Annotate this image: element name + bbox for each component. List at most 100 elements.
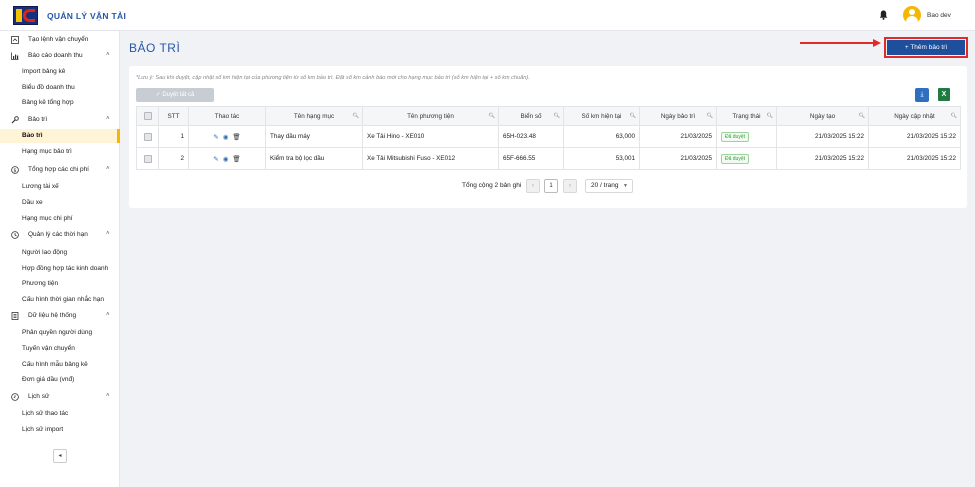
sidebar-item-vehicles[interactable]: Phương tiện [0,277,120,291]
column-header: STT [158,106,189,126]
actions-cell: ✎ ◉ 🗑︎ [188,125,266,148]
avatar[interactable] [903,6,921,24]
sidebar-item-label: Lịch sử thao tác [22,410,69,417]
row-select-cell[interactable] [136,147,159,170]
search-icon[interactable]: 🔍︎ [767,113,773,119]
checkbox[interactable] [143,154,152,163]
collapse-sidebar-button[interactable]: ◂ [53,449,67,463]
sidebar-item-summary-statement[interactable]: Bảng kê tổng hợp [0,96,120,110]
maintenance-date-cell: 21/03/2025 [639,147,717,170]
sidebar-item-import-statement[interactable]: Import bảng kê [0,65,120,79]
sidebar-item-label: Người lao động [22,249,68,256]
search-icon[interactable]: 🔍︎ [707,113,713,119]
edit-icon[interactable]: ✎ [213,134,218,141]
download-icon[interactable]: ⤓ [915,88,929,102]
column-header[interactable]: Tên hạng mục 🔍︎ [265,106,363,126]
sidebar-item-label: Phương tiện [22,280,59,287]
annotation-arrow-head [873,39,881,47]
page-number-button[interactable]: 1 [544,179,558,193]
next-page-button[interactable]: › [563,179,577,193]
column-header[interactable]: Số km hiện tại 🔍︎ [563,106,640,126]
sidebar-item-action-history[interactable]: Lịch sử thao tác [0,407,120,421]
sidebar-item-reminder-config[interactable]: Cấu hình thời gian nhắc hạn [0,293,120,307]
search-icon[interactable]: 🔍︎ [554,113,560,119]
row-select-cell[interactable] [136,125,159,148]
add-maintenance-button[interactable]: + Thêm bảo trì [884,37,968,58]
sidebar-item-costs-group[interactable]: $ Tổng hợp các chi phí ˄ [0,163,120,177]
sidebar-item-history-group[interactable]: Lịch sử ˄ [0,390,120,404]
wrench-icon [11,116,19,124]
sidebar-item-system-data-group[interactable]: Dữ liệu hệ thống ˄ [0,309,120,323]
sidebar-item-maintenance[interactable]: Bảo trì [0,129,120,143]
column-header[interactable]: Trạng thái 🔍︎ [716,106,777,126]
sidebar-item-label: Quản lý các thời hạn [28,231,88,238]
column-header[interactable]: Tên phương tiện 🔍︎ [362,106,499,126]
username[interactable]: Bao dev [927,12,951,19]
sidebar-item-driver-salary[interactable]: Lương tài xế [0,180,120,194]
sidebar-item-label: Tổng hợp các chi phí [28,166,89,173]
prev-page-button[interactable]: ‹ [526,179,540,193]
sidebar-item-revenue-chart[interactable]: Biểu đồ doanh thu [0,81,120,95]
company-logo[interactable] [13,6,38,25]
bar-chart-icon [11,52,19,60]
pagination-total: Tổng cộng 2 bản ghi [462,182,522,189]
stt-cell: 1 [158,125,189,148]
trash-icon[interactable]: 🗑︎ [232,156,240,163]
sidebar-item-maintenance-category[interactable]: Hạng mục bảo trì [0,145,120,159]
column-header: Thao tác [188,106,266,126]
search-icon[interactable]: 🔍︎ [489,113,495,119]
created-date-cell: 21/03/2025 15:22 [776,147,869,170]
excel-export-icon[interactable]: X [938,88,950,101]
column-header[interactable]: Biển số 🔍︎ [498,106,564,126]
column-header-label: Tên phương tiện [407,112,454,120]
edit-icon[interactable]: ✎ [213,156,218,163]
page-title: BẢO TRÌ [129,41,181,55]
maintenance-date-cell: 21/03/2025 [639,125,717,148]
sidebar-item-routes[interactable]: Tuyến vận chuyển [0,342,120,356]
sidebar-item-deadlines-group[interactable]: Quản lý các thời hạn ˄ [0,228,120,242]
trash-icon[interactable]: 🗑︎ [232,134,240,141]
sidebar-item-cost-category[interactable]: Hạng mục chi phí [0,212,120,226]
sidebar-item-fuel-price[interactable]: Đơn giá dầu (vnđ) [0,373,120,387]
sidebar-item-revenue-report[interactable]: Báo cáo doanh thu ˄ [0,49,120,63]
sidebar-item-label: Cấu hình thời gian nhắc hạn [22,296,104,303]
sidebar-item-label: Biểu đồ doanh thu [22,84,75,91]
sidebar-item-label: Lương tài xế [22,183,59,190]
status-badge: Đã duyệt [721,153,750,164]
sidebar-item-business-contracts[interactable]: Hợp đồng hợp tác kinh doanh [0,262,120,276]
sidebar-item-workers[interactable]: Người lao động [0,246,120,260]
checkbox[interactable] [143,132,152,141]
search-icon[interactable]: 🔍︎ [353,113,359,119]
sidebar-item-label: Bảng kê tổng hợp [22,99,74,106]
sidebar-item-create-order[interactable]: Tạo lệnh vận chuyển [0,33,120,47]
vehicle-name-cell: Xe Tải Mitsubishi Fuso - XE012 [362,147,499,170]
actions-cell: ✎ ◉ 🗑︎ [188,147,266,170]
sidebar-item-statement-template[interactable]: Cấu hình mẫu bảng kê [0,358,120,372]
bell-icon[interactable] [879,10,888,20]
maintenance-table: STT Thao tác Tên hạng mục 🔍︎ Tên phương t… [136,106,961,170]
eye-icon[interactable]: ◉ [223,156,229,163]
eye-icon[interactable]: ◉ [223,134,229,141]
sidebar-item-user-permissions[interactable]: Phân quyền người dùng [0,326,120,340]
item-name-cell: Thay dầu máy [265,125,363,148]
status-cell: Đã duyệt [716,147,777,170]
sidebar-item-import-history[interactable]: Lịch sử import [0,423,120,437]
page-size-select[interactable]: 20 / trang ▼ [585,179,633,193]
table-row: 2 ✎ ◉ 🗑︎ Kiểm tra bộ lọc dầu Xe Tải Mitsub… [136,147,961,170]
sidebar-item-label: Phân quyền người dùng [22,329,93,336]
search-icon[interactable]: 🔍︎ [630,113,636,119]
status-badge: Đã duyệt [721,131,750,142]
column-header[interactable]: Ngày bảo trì 🔍︎ [639,106,717,126]
search-icon[interactable]: 🔍︎ [951,113,957,119]
select-all-checkbox[interactable] [136,106,159,126]
chevron-up-icon: ˄ [106,393,110,399]
search-icon[interactable]: 🔍︎ [859,113,865,119]
approve-all-button[interactable]: ✓ Duyệt tất cả [136,88,214,102]
checkbox[interactable] [143,112,152,120]
svg-text:$: $ [13,168,16,174]
sidebar-item-maintenance-group[interactable]: Bảo trì ˄ [0,113,120,127]
stt-cell: 2 [158,147,189,170]
column-header[interactable]: Ngày tạo 🔍︎ [776,106,869,126]
column-header[interactable]: Ngày cập nhật 🔍︎ [868,106,961,126]
sidebar-item-fuel[interactable]: Dầu xe [0,196,120,210]
